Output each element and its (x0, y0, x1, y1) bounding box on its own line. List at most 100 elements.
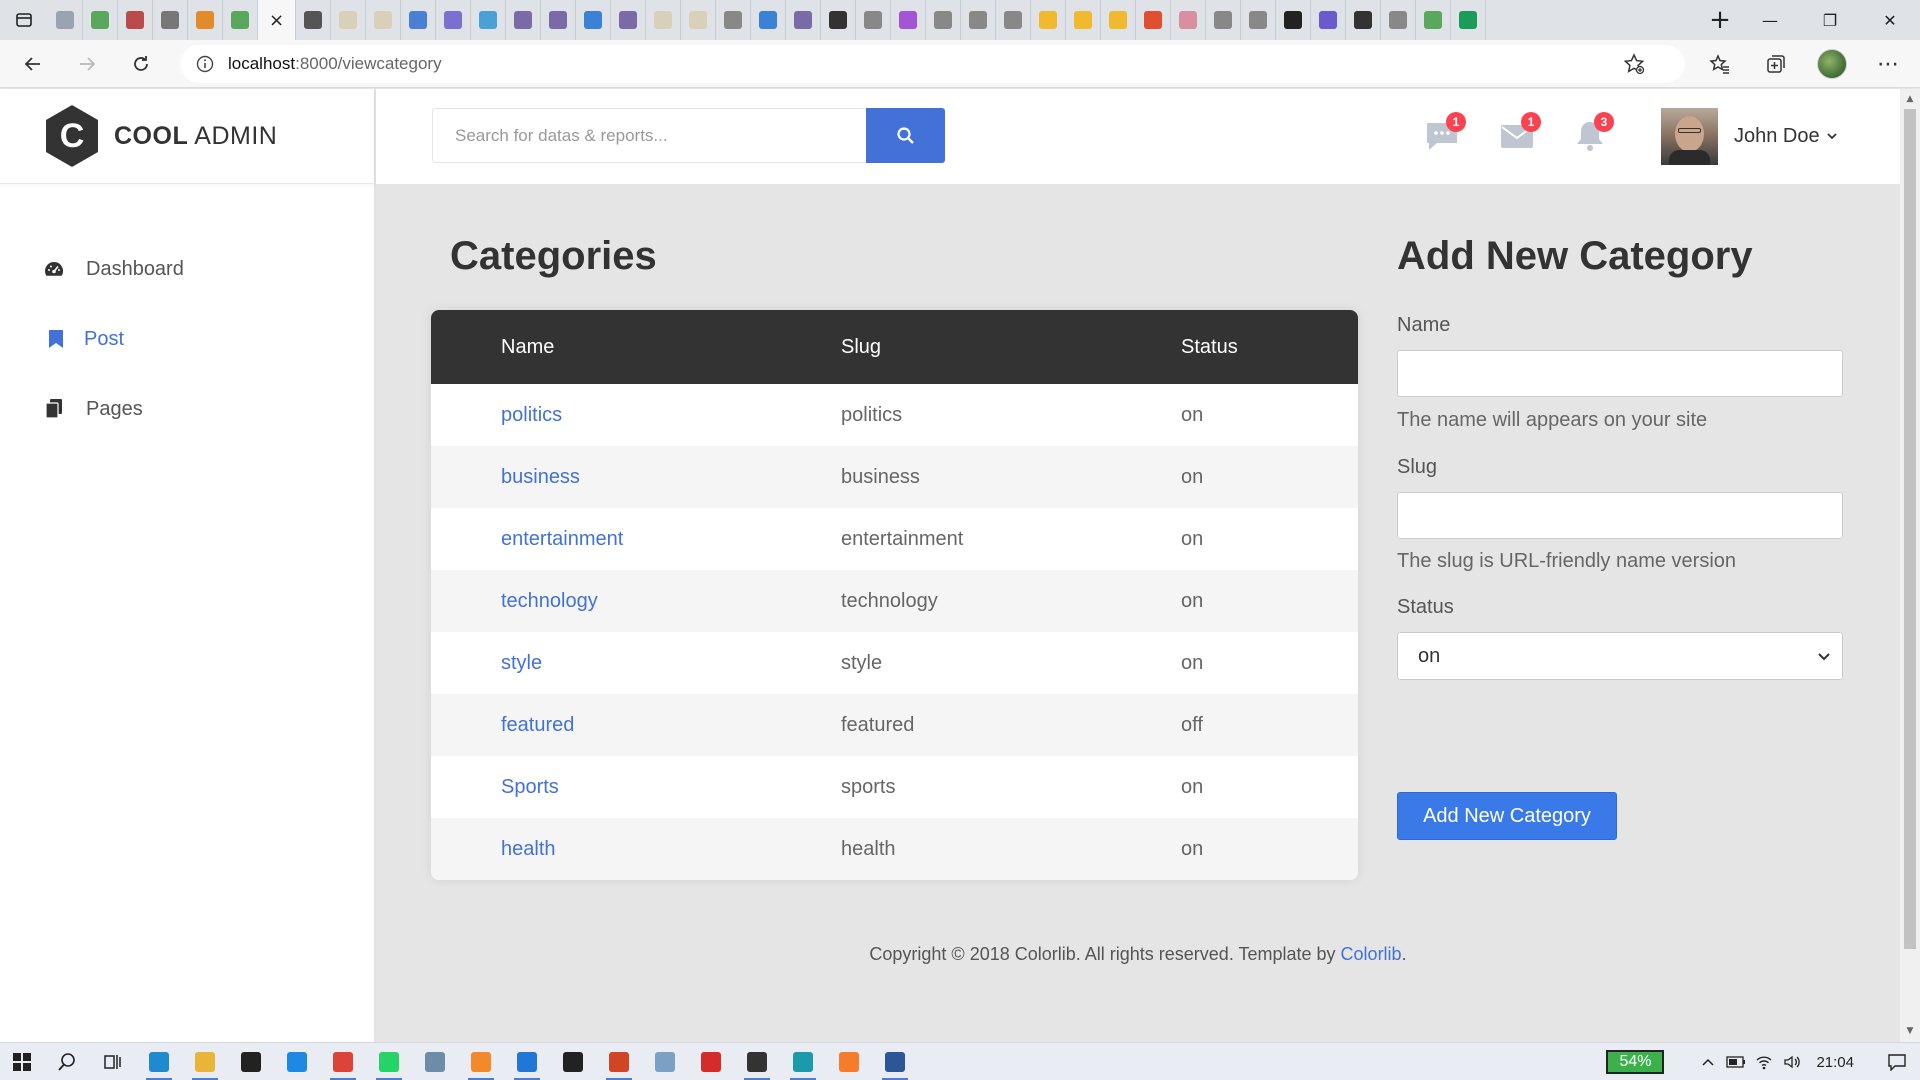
active-browser-tab[interactable]: × (258, 0, 296, 40)
taskbar-app-button[interactable] (182, 1043, 228, 1080)
taskbar-app-button[interactable] (780, 1043, 826, 1080)
browser-tab[interactable] (436, 0, 471, 40)
browser-tab[interactable] (1066, 0, 1101, 40)
sidebar-item-post[interactable]: Post (0, 304, 374, 374)
browser-tab[interactable] (153, 0, 188, 40)
browser-tab[interactable] (716, 0, 751, 40)
chevron-up-icon[interactable] (1694, 1043, 1722, 1080)
taskbar-app-button[interactable] (320, 1043, 366, 1080)
page-scrollbar[interactable]: ▲ ▼ (1900, 89, 1920, 1042)
taskbar-app-button[interactable] (872, 1043, 918, 1080)
taskbar-app-button[interactable] (228, 1043, 274, 1080)
browser-tab[interactable] (471, 0, 506, 40)
taskbar-app-button[interactable] (596, 1043, 642, 1080)
scroll-up-arrow[interactable]: ▲ (1904, 93, 1916, 105)
search-button[interactable] (866, 108, 945, 163)
category-link[interactable]: technology (501, 590, 598, 612)
logo[interactable]: C COOL ADMIN (0, 89, 374, 184)
browser-tab[interactable] (821, 0, 856, 40)
browser-tab[interactable] (996, 0, 1031, 40)
browser-tab[interactable] (1101, 0, 1136, 40)
mail-button[interactable]: 1 (1495, 112, 1541, 158)
browser-tab[interactable] (118, 0, 153, 40)
browser-tab[interactable] (961, 0, 996, 40)
address-bar[interactable]: localhost:8000/viewcategory (180, 45, 1685, 83)
site-info-icon[interactable] (196, 55, 214, 73)
category-link[interactable]: entertainment (501, 528, 623, 550)
close-tab-icon[interactable]: × (269, 10, 284, 31)
back-button[interactable] (12, 46, 54, 82)
browser-tab[interactable] (1311, 0, 1346, 40)
browser-tab[interactable] (1451, 0, 1486, 40)
taskbar-app-button[interactable] (734, 1043, 780, 1080)
taskbar-app-button[interactable] (642, 1043, 688, 1080)
profile-button[interactable] (1804, 40, 1860, 88)
maximize-button[interactable]: ❐ (1800, 0, 1860, 40)
reload-button[interactable] (120, 46, 162, 82)
volume-icon[interactable] (1778, 1043, 1806, 1080)
browser-tab[interactable] (1416, 0, 1451, 40)
add-favorite-button[interactable] (1614, 40, 1654, 88)
browser-tab[interactable] (856, 0, 891, 40)
forward-button[interactable] (66, 46, 108, 82)
sidebar-item-dashboard[interactable]: Dashboard (0, 234, 374, 304)
status-select[interactable]: on (1397, 632, 1843, 680)
taskbar-app-button[interactable] (688, 1043, 734, 1080)
taskbar-app-button[interactable] (136, 1043, 182, 1080)
new-tab-button[interactable]: + (1700, 0, 1740, 40)
browser-tab[interactable] (1206, 0, 1241, 40)
notifications-button[interactable]: 3 (1568, 112, 1614, 158)
taskbar-search-button[interactable] (44, 1043, 90, 1080)
wifi-icon[interactable] (1750, 1043, 1778, 1080)
close-window-button[interactable]: ✕ (1860, 0, 1920, 40)
browser-tab[interactable] (1136, 0, 1171, 40)
notification-center-button[interactable] (1874, 1043, 1920, 1080)
task-view-button[interactable] (90, 1043, 136, 1080)
battery-icon[interactable] (1722, 1043, 1750, 1080)
add-category-button[interactable]: Add New Category (1397, 792, 1617, 840)
category-link[interactable]: featured (501, 714, 574, 736)
browser-tab[interactable] (786, 0, 821, 40)
browser-tab[interactable] (401, 0, 436, 40)
collections-button[interactable] (1748, 40, 1804, 88)
settings-more-button[interactable]: ⋯ (1860, 40, 1916, 88)
taskbar-app-button[interactable] (366, 1043, 412, 1080)
taskbar-app-button[interactable] (458, 1043, 504, 1080)
browser-tab[interactable] (48, 0, 83, 40)
taskbar-app-button[interactable] (826, 1043, 872, 1080)
start-button[interactable] (0, 1043, 44, 1080)
taskbar-app-button[interactable] (412, 1043, 458, 1080)
browser-tab[interactable] (646, 0, 681, 40)
minimize-button[interactable]: — (1740, 0, 1800, 40)
tab-actions-button[interactable] (0, 0, 48, 40)
browser-tab[interactable] (1381, 0, 1416, 40)
browser-tab[interactable] (1346, 0, 1381, 40)
name-field[interactable] (1397, 350, 1843, 397)
browser-tab[interactable] (1241, 0, 1276, 40)
browser-tab[interactable] (83, 0, 118, 40)
browser-tab[interactable] (506, 0, 541, 40)
browser-tab[interactable] (331, 0, 366, 40)
browser-tab[interactable] (891, 0, 926, 40)
battery-percentage[interactable]: 54% (1606, 1050, 1665, 1074)
browser-tab[interactable] (926, 0, 961, 40)
user-menu[interactable]: John Doe (1661, 108, 1838, 165)
messages-button[interactable]: 1 (1420, 112, 1466, 158)
browser-tab[interactable] (366, 0, 401, 40)
category-link[interactable]: Sports (501, 776, 559, 798)
scroll-down-arrow[interactable]: ▼ (1904, 1025, 1916, 1037)
category-link[interactable]: health (501, 838, 556, 860)
search-input[interactable]: Search for datas & reports... (432, 108, 867, 163)
browser-tab[interactable] (223, 0, 258, 40)
category-link[interactable]: politics (501, 404, 562, 426)
browser-tab[interactable] (296, 0, 331, 40)
browser-tab[interactable] (1276, 0, 1311, 40)
favorites-button[interactable] (1692, 40, 1748, 88)
taskbar-app-button[interactable] (550, 1043, 596, 1080)
browser-tab[interactable] (751, 0, 786, 40)
browser-tab[interactable] (611, 0, 646, 40)
sidebar-item-pages[interactable]: Pages (0, 374, 374, 444)
clock[interactable]: 21:04 (1816, 1054, 1854, 1071)
browser-tab[interactable] (576, 0, 611, 40)
slug-field[interactable] (1397, 492, 1843, 539)
